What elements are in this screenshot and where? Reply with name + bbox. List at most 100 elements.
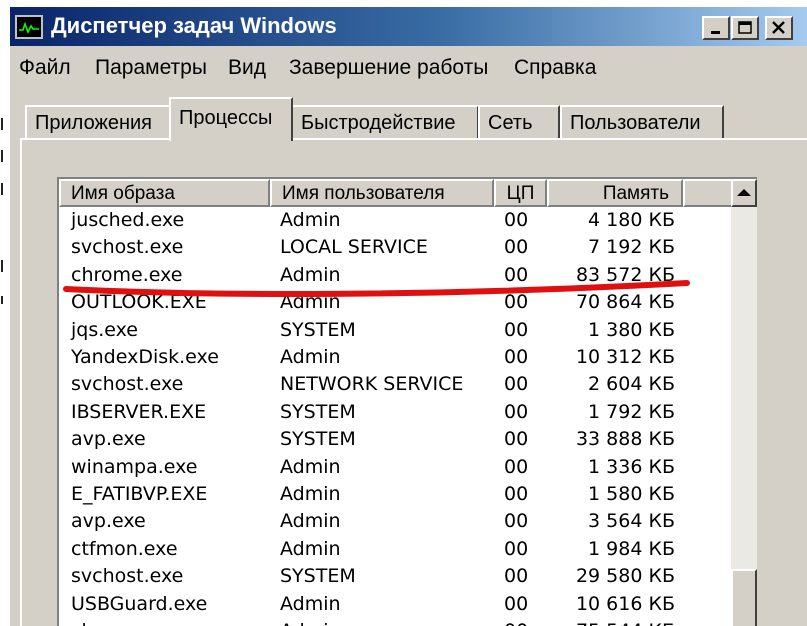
process-name: USBGuard.exe <box>71 592 208 615</box>
maximize-button[interactable] <box>731 16 759 40</box>
process-cpu: 00 <box>504 455 529 478</box>
process-memory: 3 564 КБ <box>588 510 675 533</box>
process-name: jqs.exe <box>71 318 138 341</box>
process-user: SYSTEM <box>280 400 356 423</box>
menu-view[interactable]: Вид <box>228 56 266 80</box>
process-row[interactable]: E_FATIBVP.EXE Admin 00 1 580 КБ <box>59 481 735 508</box>
process-row[interactable]: chrome.exe Admin 00 83 572 КБ <box>59 262 735 289</box>
process-cpu: 00 <box>504 483 529 505</box>
process-name: chrome.exe <box>71 263 183 286</box>
process-user: Admin <box>280 592 341 615</box>
process-user: Admin <box>280 537 341 560</box>
process-user: NETWORK SERVICE <box>280 373 464 396</box>
process-memory: 33 888 КБ <box>575 428 675 451</box>
process-memory: 29 580 КБ <box>575 565 675 588</box>
scroll-thumb[interactable] <box>731 569 757 626</box>
process-user: Admin <box>280 483 341 505</box>
process-name: svchost.exe <box>71 373 184 396</box>
process-user: SYSTEM <box>280 565 356 588</box>
process-memory: 10 312 КБ <box>575 346 675 368</box>
process-memory: 2 604 КБ <box>588 373 675 396</box>
close-button[interactable] <box>765 16 793 40</box>
menu-options[interactable]: Параметры <box>95 56 207 80</box>
maximize-icon <box>738 21 752 34</box>
process-name: winampa.exe <box>71 455 198 478</box>
left-edge-marks <box>1 118 3 304</box>
process-row[interactable]: svchost.exe SYSTEM 00 29 580 КБ <box>59 563 735 590</box>
process-name: YandexDisk.exe <box>71 346 219 368</box>
column-cpu[interactable]: ЦП <box>494 179 547 207</box>
process-memory: 75 544 КБ <box>576 620 675 626</box>
process-user: LOCAL SERVICE <box>280 236 428 259</box>
process-user: Admin <box>280 455 341 478</box>
process-row[interactable]: winampa.exe Admin 00 1 336 КБ <box>59 454 735 481</box>
process-name: ctfmon.exe <box>71 537 178 560</box>
process-name: svchost.exe <box>71 565 184 588</box>
tab-performance[interactable]: Быстродействие <box>291 105 479 139</box>
vertical-scrollbar[interactable] <box>731 179 757 626</box>
process-name: E_FATIBVP.EXE <box>71 483 208 505</box>
column-user-name[interactable]: Имя пользователя <box>270 179 494 207</box>
process-user: Admin <box>280 209 341 231</box>
process-name: chrome.exe <box>71 620 182 626</box>
process-memory: 1 580 КБ <box>588 483 675 505</box>
process-name: avp.exe <box>71 428 146 451</box>
scroll-up-icon <box>737 189 751 196</box>
process-cpu: 00 <box>504 400 529 423</box>
tab-applications[interactable]: Приложения <box>25 105 171 139</box>
process-cpu: 00 <box>504 428 529 451</box>
process-cpu: 00 <box>504 236 529 259</box>
process-name: avp.exe <box>71 510 146 533</box>
process-cpu: 00 <box>504 291 529 314</box>
process-row[interactable]: avp.exe Admin 00 3 564 КБ <box>59 508 735 535</box>
minimize-button[interactable] <box>702 16 730 40</box>
process-row[interactable]: USBGuard.exe Admin 00 10 616 КБ <box>59 591 735 618</box>
process-row[interactable]: svchost.exe LOCAL SERVICE 00 7 192 КБ <box>59 234 735 261</box>
menu-help[interactable]: Справка <box>514 56 596 80</box>
scroll-up-button[interactable] <box>731 179 757 207</box>
process-name: jusched.exe <box>71 209 185 231</box>
process-memory: 1 984 КБ <box>588 537 675 560</box>
process-memory: 1 336 КБ <box>588 455 675 478</box>
task-manager-window: Диспетчер задач Windows Файл Параметры В… <box>9 6 807 626</box>
process-user: SYSTEM <box>280 318 356 341</box>
process-name: IBSERVER.EXE <box>71 400 207 423</box>
tab-network[interactable]: Сеть <box>478 105 560 139</box>
column-header-filler <box>683 179 735 207</box>
process-cpu: 00 <box>504 537 529 560</box>
minimize-icon <box>711 31 720 34</box>
process-list[interactable]: Имя образа Имя пользователя ЦП Память ju… <box>57 177 757 626</box>
process-row[interactable]: ctfmon.exe Admin 00 1 984 КБ <box>59 536 735 563</box>
tab-users[interactable]: Пользователи <box>560 105 724 139</box>
menu-bar: Файл Параметры Вид Завершение работы Спр… <box>10 51 807 87</box>
process-row[interactable]: svchost.exe NETWORK SERVICE 00 2 604 КБ <box>59 371 735 398</box>
process-cpu: 00 <box>504 510 529 533</box>
title-bar[interactable]: Диспетчер задач Windows <box>10 7 807 46</box>
process-row[interactable]: jusched.exe Admin 00 4 180 КБ <box>59 207 735 234</box>
process-row[interactable]: OUTLOOK.EXE Admin 00 70 864 КБ <box>59 289 735 316</box>
process-user: Admin <box>280 263 341 286</box>
process-cpu: 00 <box>504 620 528 626</box>
process-memory: 70 864 КБ <box>575 291 675 314</box>
column-image-name[interactable]: Имя образа <box>59 179 270 207</box>
process-cpu: 00 <box>504 346 529 368</box>
process-cpu: 00 <box>504 373 529 396</box>
process-user: Admin <box>280 510 341 533</box>
process-user: Admin <box>280 620 341 626</box>
process-user: SYSTEM <box>280 428 356 451</box>
process-name: svchost.exe <box>71 236 184 259</box>
process-row[interactable]: avp.exe SYSTEM 00 33 888 КБ <box>59 426 735 453</box>
process-cpu: 00 <box>504 565 529 588</box>
menu-shutdown[interactable]: Завершение работы <box>289 56 488 80</box>
process-memory: 1 792 КБ <box>588 400 675 423</box>
window-title: Диспетчер задач Windows <box>51 13 337 38</box>
process-row[interactable]: IBSERVER.EXE SYSTEM 00 1 792 КБ <box>59 399 735 426</box>
process-row[interactable]: YandexDisk.exe Admin 00 10 312 КБ <box>59 344 735 371</box>
menu-file[interactable]: Файл <box>19 56 71 80</box>
process-memory: 83 572 КБ <box>575 263 675 286</box>
tab-processes[interactable]: Процессы <box>169 97 293 141</box>
process-cpu: 00 <box>504 263 529 286</box>
column-memory[interactable]: Память <box>547 179 683 207</box>
process-row[interactable]: jqs.exe SYSTEM 00 1 380 КБ <box>59 317 735 344</box>
process-memory: 1 380 КБ <box>588 318 675 341</box>
